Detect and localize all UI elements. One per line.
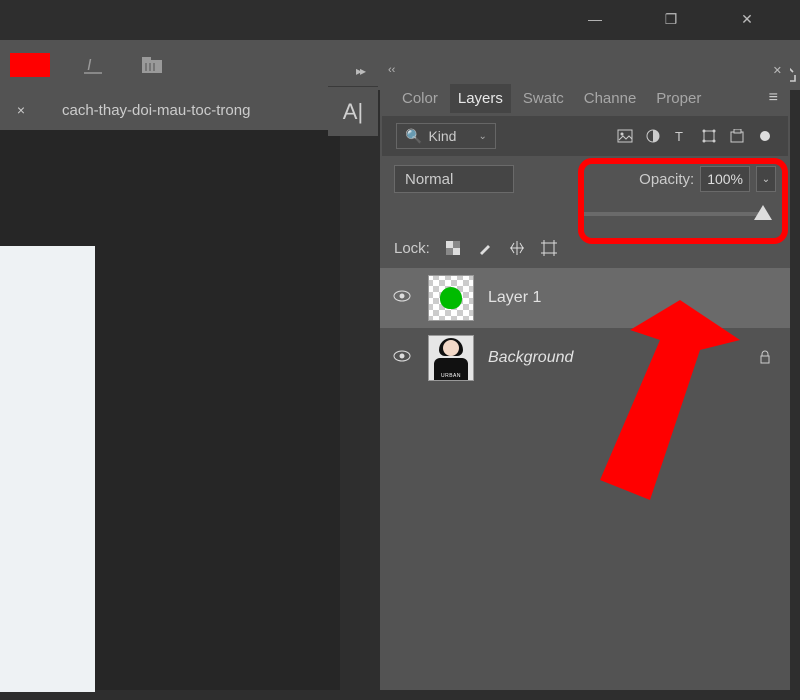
- visibility-toggle[interactable]: [390, 289, 414, 307]
- panel-header-strip: ‹‹ ✕: [380, 60, 790, 80]
- lock-position-icon[interactable]: [508, 239, 526, 257]
- character-panel-icon[interactable]: A|: [328, 86, 378, 136]
- svg-text:T: T: [675, 129, 683, 143]
- blend-mode-dropdown[interactable]: Normal: [394, 165, 514, 193]
- blend-opacity-row: Normal Opacity: 100% ⌄: [380, 156, 790, 202]
- layer-thumbnail[interactable]: URBAN: [428, 335, 474, 381]
- lock-pixels-icon[interactable]: [476, 239, 494, 257]
- lock-label: Lock:: [394, 240, 430, 257]
- opacity-value-field[interactable]: 100%: [700, 166, 750, 192]
- layer-thumbnail[interactable]: [428, 275, 474, 321]
- panel-close-icon[interactable]: ✕: [773, 64, 782, 76]
- document-tab-bar: × cach-thay-doi-mau-toc-trong: [0, 90, 340, 130]
- layer-row-background[interactable]: URBAN Background: [380, 328, 790, 388]
- panel-menu-icon[interactable]: ≡: [763, 89, 784, 107]
- visibility-toggle[interactable]: [390, 349, 414, 367]
- filter-smartobject-icon[interactable]: [728, 127, 746, 145]
- tab-channels[interactable]: Channe: [576, 84, 645, 113]
- opacity-slider-track[interactable]: [580, 212, 766, 216]
- search-icon: 🔍: [405, 128, 422, 145]
- opacity-slider-row: [380, 202, 790, 228]
- panel-tab-bar: Color Layers Swatc Channe Proper ≡: [380, 80, 790, 116]
- opacity-dropdown-button[interactable]: ⌄: [756, 166, 776, 192]
- lock-icon: [758, 350, 772, 367]
- blend-mode-value: Normal: [405, 171, 453, 188]
- filter-type-icon[interactable]: T: [672, 127, 690, 145]
- filter-kind-label: Kind: [428, 128, 456, 144]
- tab-properties[interactable]: Proper: [648, 84, 709, 113]
- tab-swatches[interactable]: Swatc: [515, 84, 572, 113]
- filter-kind-dropdown[interactable]: 🔍 Kind ⌄: [396, 123, 496, 149]
- document-tab-title[interactable]: cach-thay-doi-mau-toc-trong: [62, 102, 250, 119]
- layers-panel: ‹‹ ✕ Color Layers Swatc Channe Proper ≡ …: [380, 60, 790, 690]
- foreground-color-swatch[interactable]: [10, 53, 50, 77]
- svg-text:I: I: [87, 57, 92, 74]
- opacity-label: Opacity:: [639, 171, 694, 188]
- lock-row: Lock:: [380, 228, 790, 268]
- collapse-icon: ▸▸: [356, 64, 364, 78]
- chevron-down-icon: ⌄: [478, 131, 486, 142]
- filter-shape-icon[interactable]: [700, 127, 718, 145]
- layer-name[interactable]: Background: [488, 349, 573, 367]
- tab-color[interactable]: Color: [394, 84, 446, 113]
- layer-filter-row: 🔍 Kind ⌄ T: [382, 116, 788, 156]
- panel-collapse-left-icon[interactable]: ‹‹: [388, 64, 395, 76]
- opacity-control: Opacity: 100% ⌄: [639, 166, 776, 192]
- canvas-area[interactable]: [0, 130, 340, 690]
- opacity-slider-thumb[interactable]: [754, 205, 772, 220]
- minimize-button[interactable]: —: [572, 0, 618, 38]
- close-tab-button[interactable]: ×: [10, 102, 32, 118]
- tab-layers[interactable]: Layers: [450, 84, 511, 113]
- folder-icon[interactable]: [138, 51, 166, 79]
- filter-toggle-icon[interactable]: [756, 127, 774, 145]
- document-canvas[interactable]: [0, 246, 95, 692]
- type-tool-icon[interactable]: I: [80, 51, 108, 79]
- window-controls: — ❐ ✕: [572, 0, 800, 38]
- filter-adjustment-icon[interactable]: [644, 127, 662, 145]
- close-window-button[interactable]: ✕: [724, 0, 770, 38]
- layer-row-layer1[interactable]: Layer 1: [380, 268, 790, 328]
- filter-pixel-icon[interactable]: [616, 127, 634, 145]
- lock-artboard-icon[interactable]: [540, 239, 558, 257]
- lock-transparency-icon[interactable]: [444, 239, 462, 257]
- layer-name[interactable]: Layer 1: [488, 289, 541, 307]
- restore-button[interactable]: ❐: [648, 0, 694, 38]
- filter-type-icons: T: [616, 127, 774, 145]
